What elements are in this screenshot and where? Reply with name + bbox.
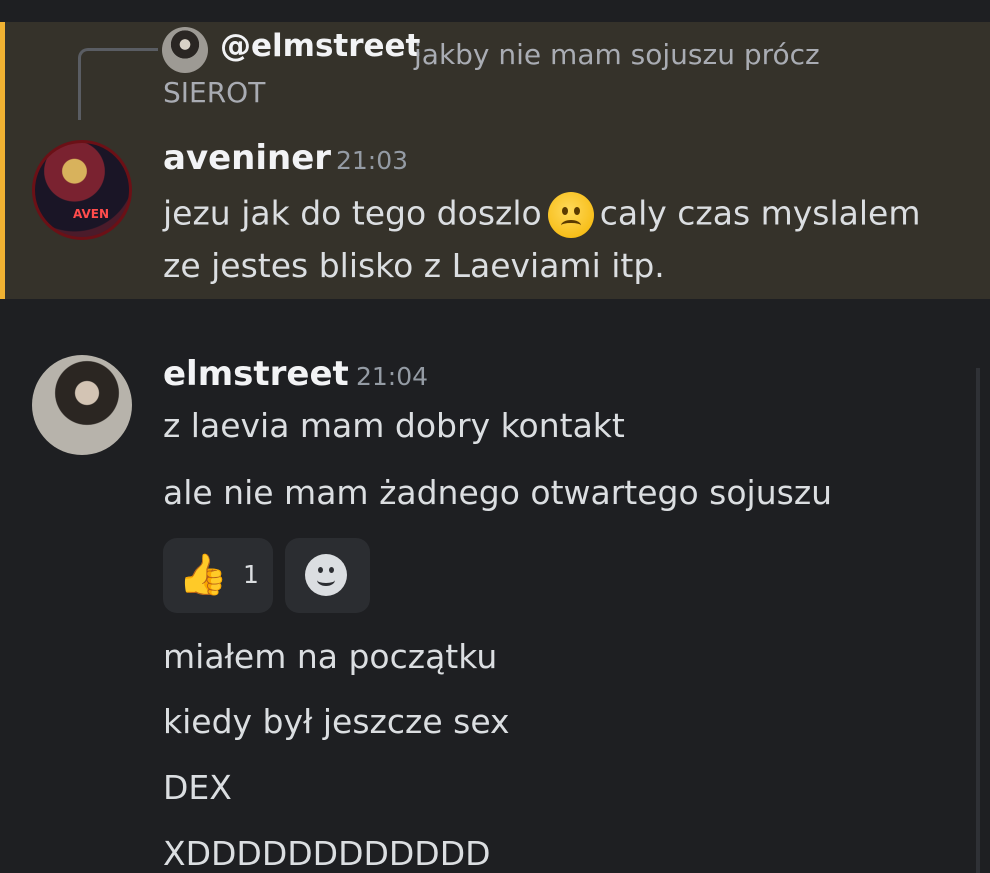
- thumbs-up-icon: 👍: [178, 552, 228, 598]
- message-text-part: caly czas myslalem: [599, 193, 921, 233]
- message-author-elmstreet[interactable]: elmstreet: [163, 354, 349, 394]
- reply-preview-text[interactable]: jakby nie mam sojuszu prócz: [414, 32, 934, 78]
- slightly-frowning-face-emoji-icon: [547, 192, 594, 238]
- reply-author-name[interactable]: @elmstreet: [220, 28, 420, 64]
- aveniner-avatar[interactable]: AVEN: [32, 140, 132, 240]
- reaction-thumbs-up[interactable]: 👍 1: [163, 538, 273, 613]
- message-text[interactable]: z laevia mam dobry kontakt: [163, 406, 625, 445]
- message-text[interactable]: ze jestes blisko z Laeviami itp.: [163, 246, 665, 285]
- elmstreet-avatar[interactable]: [32, 355, 132, 455]
- message-text[interactable]: DEX: [163, 768, 232, 807]
- avatar-logo-text: AVEN: [73, 207, 109, 221]
- message-author-aveniner[interactable]: aveniner: [163, 138, 331, 178]
- message-timestamp: 21:03: [336, 146, 409, 175]
- message-timestamp: 21:04: [356, 362, 429, 391]
- reply-preview-text-line2[interactable]: SIEROT: [163, 76, 265, 109]
- add-reaction-smile-icon: [305, 554, 347, 596]
- reply-author-avatar[interactable]: [162, 27, 208, 73]
- message-text[interactable]: kiedy był jeszcze sex: [163, 702, 510, 741]
- reaction-count: 1: [243, 560, 259, 589]
- scrollbar[interactable]: [976, 368, 980, 873]
- mention-highlight-bar: [0, 22, 5, 299]
- message-text[interactable]: miałem na początku: [163, 637, 497, 676]
- add-reaction-button[interactable]: [285, 538, 370, 613]
- message-text[interactable]: XDDDDDDDDDDDD: [163, 834, 491, 873]
- message-text[interactable]: jezu jak do tego doszlo caly czas myslale…: [163, 192, 921, 238]
- message-text-part: jezu jak do tego doszlo: [163, 193, 542, 233]
- reply-connector: [78, 48, 158, 120]
- message-text[interactable]: ale nie mam żadnego otwartego sojuszu: [163, 473, 832, 512]
